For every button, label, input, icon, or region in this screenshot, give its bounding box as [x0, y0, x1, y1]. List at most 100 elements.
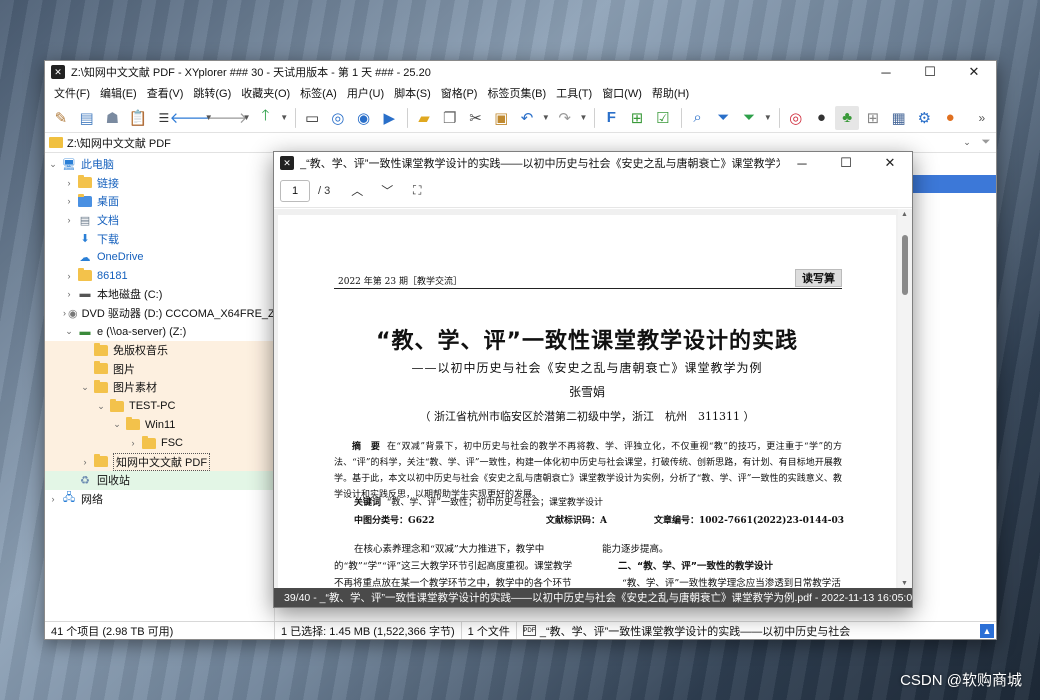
expand-icon[interactable]: › — [63, 196, 75, 206]
redo-dropdown-icon[interactable]: ▼ — [579, 106, 589, 130]
tree-item[interactable]: › 桌面 — [45, 192, 274, 211]
expand-icon[interactable]: › — [63, 289, 75, 299]
target-icon[interactable]: ◎ — [326, 106, 350, 130]
tree-item[interactable]: ⌄ TEST-PC — [45, 396, 274, 416]
status-up-icon[interactable]: ▲ — [980, 623, 994, 638]
menu-item[interactable]: 窗口(W) — [597, 85, 647, 101]
menu-item[interactable]: 脚本(S) — [389, 85, 436, 101]
ghost-icon[interactable]: ☗ — [101, 106, 125, 130]
calc-icon[interactable]: ▦ — [887, 106, 911, 130]
expand-icon[interactable]: › — [63, 308, 66, 318]
filter-icon[interactable]: ⏷ — [976, 136, 996, 149]
search-circle-icon[interactable]: ◉ — [352, 106, 376, 130]
collapse-icon[interactable]: ⌄ — [111, 419, 123, 430]
paste-icon[interactable]: ▣ — [489, 106, 513, 130]
collapse-icon[interactable]: ⌄ — [47, 159, 59, 170]
expand-icon[interactable]: › — [79, 457, 91, 467]
close-button[interactable]: ✕ — [952, 61, 996, 83]
tree-item[interactable]: ☁ OneDrive — [45, 248, 274, 267]
menu-item[interactable]: 工具(T) — [551, 85, 597, 101]
tree-item[interactable]: › 知网中文文献 PDF — [45, 452, 274, 472]
menu-item[interactable]: 标签(A) — [295, 85, 342, 101]
preview-maximize-button[interactable]: ☐ — [824, 152, 868, 174]
monitor-icon[interactable]: ▭ — [300, 106, 324, 130]
page-number-input[interactable]: 1 — [280, 179, 310, 202]
menu-item[interactable]: 跳转(G) — [188, 85, 236, 101]
menu-item[interactable]: 编辑(E) — [95, 85, 142, 101]
tree-item[interactable]: ⌄ 🖥 此电脑 — [45, 155, 274, 174]
menu-item[interactable]: 查看(V) — [142, 85, 189, 101]
expand-icon[interactable]: › — [63, 178, 75, 188]
copy-icon[interactable]: ❐ — [438, 106, 462, 130]
filter-f-icon[interactable]: F — [599, 106, 623, 130]
back-icon[interactable]: 🡐 — [170, 106, 210, 130]
scroll-up-icon[interactable]: ▲ — [901, 211, 908, 218]
undo-dropdown-icon[interactable]: ▼ — [541, 106, 551, 130]
collapse-icon[interactable]: ⌄ — [95, 401, 107, 412]
find-icon[interactable]: ⌕ — [686, 106, 710, 130]
brush-icon[interactable]: ✎ — [49, 106, 73, 130]
clipboard-icon[interactable]: 📋 — [126, 106, 150, 130]
ball-icon[interactable]: ● — [938, 106, 962, 130]
menu-item[interactable]: 用户(U) — [342, 85, 389, 101]
tree-item[interactable]: › ◉ DVD 驱动器 (D:) CCCOMA_X64FRE_ZH-C — [45, 304, 274, 323]
android-icon[interactable]: ♣ — [835, 105, 860, 130]
next-page-icon[interactable]: ﹀ — [372, 180, 402, 202]
menu-item[interactable]: 帮助(H) — [647, 85, 694, 101]
new-folder-icon[interactable]: ▰ — [412, 106, 436, 130]
funnel-dropdown-icon[interactable]: ▼ — [763, 106, 773, 130]
selected-file-row[interactable] — [910, 175, 996, 193]
cut-icon[interactable]: ✂ — [464, 106, 488, 130]
menu-item[interactable]: 窗格(P) — [436, 85, 483, 101]
forward-dropdown-icon[interactable]: ▼ — [242, 106, 252, 130]
tree-item[interactable]: 图片 — [45, 359, 274, 379]
scrollbar-thumb[interactable] — [902, 235, 908, 295]
tree-item[interactable]: › ▤ 文档 — [45, 211, 274, 230]
expand-icon[interactable]: › — [127, 438, 139, 448]
up-dropdown-icon[interactable]: ▼ — [279, 106, 289, 130]
menu-item[interactable]: 标签页集(B) — [482, 85, 551, 101]
tree-item[interactable]: › FSC — [45, 433, 274, 453]
expand-icon[interactable]: › — [63, 215, 75, 225]
fit-page-icon[interactable]: ⛶ — [402, 180, 432, 202]
redo-icon[interactable]: ↷ — [553, 106, 577, 130]
panel-icon[interactable]: ▤ — [75, 106, 99, 130]
minimize-button[interactable]: ─ — [864, 61, 908, 83]
expand-icon[interactable]: › — [47, 494, 59, 504]
tree-item[interactable]: ⌄ ▬ e (\\oa-server) (Z:) — [45, 322, 274, 341]
pdf-view-area[interactable]: 2022 年第 23 期［教学交流］ 读写算 “教、学、评”一致性课堂教学设计的… — [274, 209, 900, 589]
funnel-icon[interactable]: ⏷ — [711, 106, 735, 130]
address-bar[interactable]: Z:\知网中文文献 PDF ⌄ ⏷ — [45, 133, 996, 153]
tree-item[interactable]: ⌄ 图片素材 — [45, 378, 274, 397]
collapse-icon[interactable]: ⌄ — [63, 326, 75, 337]
preview-close-button[interactable]: ✕ — [868, 152, 912, 174]
tree-item[interactable]: ⌄ Win11 — [45, 415, 274, 434]
tree-icon[interactable]: ⊞ — [625, 106, 649, 130]
tree-item[interactable]: › 🖧 网络 — [45, 490, 274, 509]
collapse-icon[interactable]: ⌄ — [79, 382, 91, 393]
undo-icon[interactable]: ↶ — [515, 106, 539, 130]
moon-icon[interactable]: ● — [810, 106, 834, 130]
forward-icon[interactable]: 🡒 — [208, 106, 248, 130]
expand-icon[interactable]: › — [63, 271, 75, 281]
address-path[interactable]: Z:\知网中文文献 PDF — [67, 135, 958, 151]
grid-icon[interactable]: ⊞ — [861, 106, 885, 130]
tree-item[interactable]: ⬇ 下载 — [45, 229, 274, 248]
tree-item[interactable]: › ▬ 本地磁盘 (C:) — [45, 285, 274, 304]
menu-item[interactable]: 文件(F) — [49, 85, 95, 101]
play-circle-icon[interactable]: ▶ — [377, 106, 401, 130]
checkbox-icon[interactable]: ☑ — [651, 106, 675, 130]
chevron-down-icon[interactable]: ⌄ — [958, 137, 976, 148]
maximize-button[interactable]: ☐ — [908, 61, 952, 83]
spiral-icon[interactable]: ◎ — [784, 106, 808, 130]
gear-icon[interactable]: ⚙ — [913, 106, 937, 130]
funnel-green-icon[interactable]: ⏷ — [737, 106, 761, 130]
menu-item[interactable]: 收藏夹(O) — [236, 85, 295, 101]
more-tools-icon[interactable]: » — [970, 106, 994, 130]
tree-item[interactable]: › 86181 — [45, 267, 274, 286]
tree-item[interactable]: › 链接 — [45, 174, 274, 193]
tree-item[interactable]: ♻ 回收站 — [45, 471, 274, 490]
preview-vertical-scrollbar[interactable]: ▲ ▼ — [898, 209, 912, 589]
scroll-down-icon[interactable]: ▼ — [901, 580, 908, 587]
up-icon[interactable]: 🡑 — [254, 106, 278, 130]
